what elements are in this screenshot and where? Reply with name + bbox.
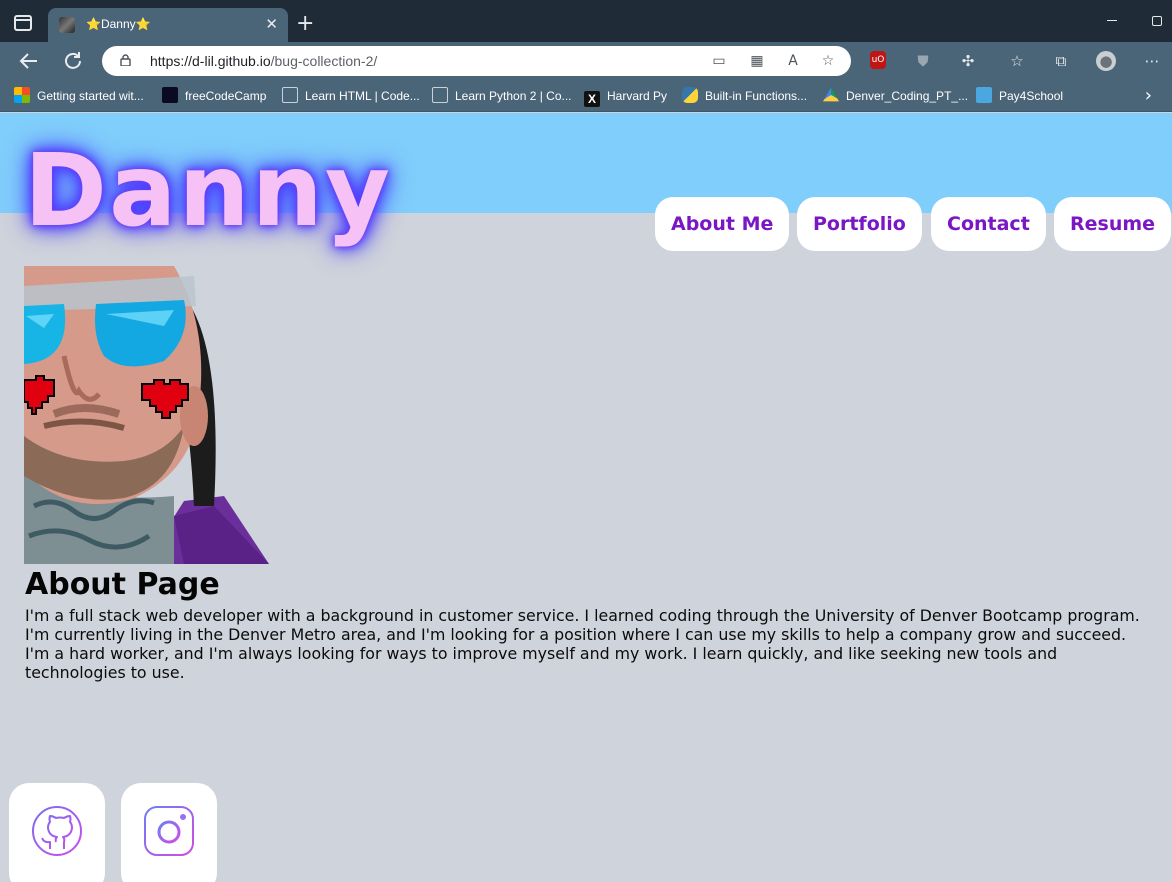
bookmark-label: freeCodeCamp	[185, 89, 267, 103]
profile-photo-illustration	[24, 266, 269, 564]
address-bar[interactable]: https://d-lil.github.io/bug-collection-2…	[102, 46, 851, 76]
profile-photo	[24, 266, 269, 564]
github-icon	[32, 806, 82, 856]
bookmark-label: Getting started wit...	[37, 89, 144, 103]
freecodecamp-icon	[162, 87, 178, 103]
url-path: /bug-collection-2/	[270, 53, 378, 69]
bookmark-label: Harvard Py	[607, 89, 668, 103]
github-link[interactable]	[9, 783, 105, 882]
bookmark-harvard-py[interactable]: X Harvard Py	[584, 86, 668, 107]
tab-favicon-icon	[59, 17, 75, 33]
bookmark-freecodecamp[interactable]: freeCodeCamp	[162, 86, 266, 106]
tab-actions-icon[interactable]	[14, 15, 32, 31]
bookmark-label: Built-in Functions...	[705, 89, 808, 103]
bookmark-built-in-functions[interactable]: Built-in Functions...	[682, 86, 807, 106]
browser-titlebar: ⭐Danny⭐ ✕ +	[0, 0, 1172, 42]
browser-toolbar: https://d-lil.github.io/bug-collection-2…	[0, 42, 1172, 80]
instagram-link[interactable]	[121, 783, 217, 882]
app-available-icon[interactable]: ▭	[710, 52, 728, 70]
minimize-icon[interactable]	[1107, 20, 1117, 21]
url-host: https://d-lil.github.io	[150, 53, 271, 69]
collections-icon[interactable]: ⧉	[1051, 51, 1071, 71]
bookmark-learn-python[interactable]: Learn Python 2 | Co...	[432, 86, 572, 106]
add-favorite-icon[interactable]: ☆	[819, 52, 837, 70]
x-icon: X	[584, 91, 600, 107]
refresh-icon[interactable]	[61, 49, 85, 73]
tab-title: ⭐Danny⭐	[86, 17, 151, 31]
ublock-icon[interactable]: uO	[870, 51, 886, 69]
favorites-icon[interactable]: ☆	[1007, 51, 1027, 71]
nav-contact[interactable]: Contact	[931, 197, 1046, 251]
back-icon[interactable]	[17, 49, 41, 73]
nav-resume[interactable]: Resume	[1054, 197, 1172, 251]
nav-portfolio[interactable]: Portfolio	[797, 197, 922, 251]
bookmark-label: Denver_Coding_PT_...	[846, 89, 969, 103]
bookmarks-more-icon[interactable]: ›	[1145, 86, 1152, 106]
tab-close-icon[interactable]: ✕	[265, 15, 278, 33]
lock-icon	[120, 54, 131, 66]
nav-about-me[interactable]: About Me	[655, 197, 790, 251]
about-title: About Page	[25, 567, 220, 602]
bookmark-label: Learn Python 2 | Co...	[455, 89, 572, 103]
codecademy-icon	[432, 87, 448, 103]
about-text: I'm a full stack web developer with a ba…	[25, 606, 1140, 682]
square-icon	[976, 87, 992, 103]
bookmark-getting-started[interactable]: Getting started wit...	[14, 86, 144, 106]
read-aloud-icon[interactable]: A	[784, 52, 802, 70]
page-content: Danny About Me Portfolio Contact Resume	[0, 113, 1172, 882]
instagram-icon	[144, 806, 194, 856]
new-tab-icon[interactable]: +	[296, 12, 314, 36]
python-icon	[682, 87, 698, 103]
site-logo: Danny	[24, 132, 393, 249]
bookmark-learn-html[interactable]: Learn HTML | Code...	[282, 86, 420, 106]
codecademy-icon	[282, 87, 298, 103]
url-text[interactable]: https://d-lil.github.io/bug-collection-2…	[150, 53, 377, 69]
qr-code-icon[interactable]: ▦	[748, 52, 766, 70]
bookmark-label: Pay4School	[999, 89, 1064, 103]
maximize-icon[interactable]	[1152, 16, 1162, 26]
google-drive-icon	[823, 87, 839, 102]
shield-icon[interactable]: ⛊	[913, 51, 933, 71]
bookmarks-bar: Getting started wit... freeCodeCamp Lear…	[0, 80, 1172, 112]
microsoft-icon	[14, 87, 30, 103]
bookmark-pay4school[interactable]: Pay4School	[976, 86, 1063, 106]
browser-tab[interactable]: ⭐Danny⭐ ✕	[48, 8, 288, 42]
profile-avatar-icon[interactable]: ●	[1096, 51, 1116, 71]
extensions-icon[interactable]: ✣	[958, 51, 978, 71]
bookmark-label: Learn HTML | Code...	[305, 89, 420, 103]
more-menu-icon[interactable]: ⋯	[1142, 51, 1162, 71]
bookmark-denver-coding[interactable]: Denver_Coding_PT_...	[823, 86, 968, 106]
